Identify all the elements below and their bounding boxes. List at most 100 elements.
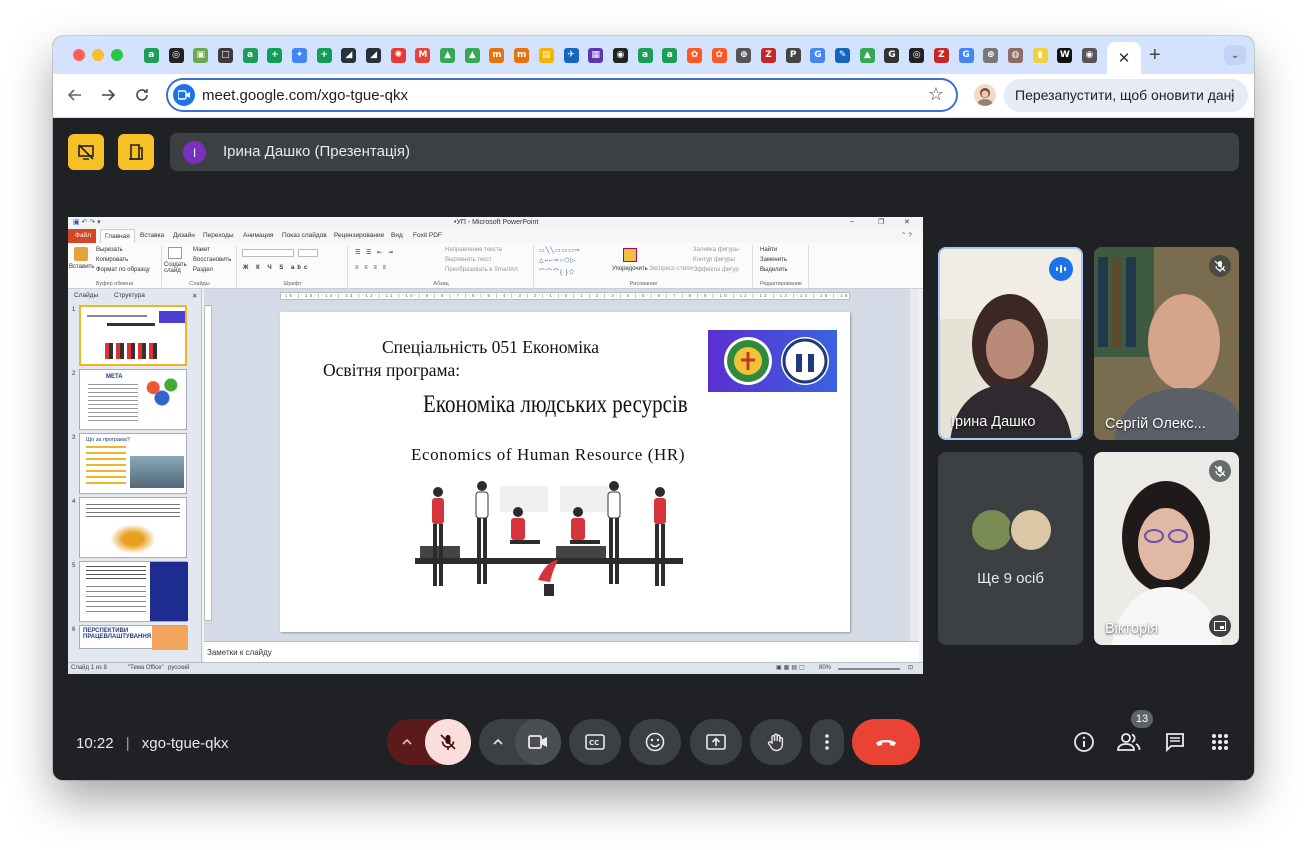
address-bar[interactable]: meet.google.com/xgo-tgue-qkx ☆	[166, 78, 958, 112]
tab-icon-39[interactable]: ◉	[1077, 44, 1102, 66]
forward-button[interactable]	[96, 83, 120, 107]
tab-icon-28[interactable]: G	[806, 44, 831, 66]
tab-icon-14[interactable]: ▲	[460, 44, 485, 66]
pin-presentation-button[interactable]	[118, 134, 154, 170]
ppt-tab-home[interactable]: Главная	[100, 229, 135, 243]
tab-close-icon[interactable]: ✕	[1118, 49, 1131, 67]
shapes-gallery-icons-2[interactable]: △⌐⌐⇨○⬡▷	[539, 257, 576, 264]
tab-icon-37[interactable]: ▮	[1028, 44, 1053, 66]
list-icons[interactable]: ☰ ☰ ⇤ ⇥	[355, 249, 395, 256]
ppt-layout-button[interactable]: Макет	[193, 247, 210, 253]
shared-screen-powerpoint[interactable]: ▣ ↶ ↷ ▾ •УП - Microsoft PowerPoint – ❐ ✕…	[68, 217, 923, 674]
ppt-tab-transitions[interactable]: Переходы	[203, 232, 234, 239]
tab-icon-32[interactable]: ◎	[904, 44, 929, 66]
tab-icon-9[interactable]: ◢	[337, 44, 362, 66]
people-button[interactable]	[1114, 727, 1144, 757]
tab-icon-8[interactable]: +	[312, 44, 337, 66]
activities-button[interactable]	[1205, 727, 1235, 757]
tab-icon-25[interactable]: ⊕	[732, 44, 757, 66]
slide-thumb-5[interactable]	[79, 561, 188, 622]
ppt-text-direction-button[interactable]: Направление текста	[445, 247, 502, 253]
slide-thumb-4[interactable]	[79, 497, 187, 558]
tab-icon-15[interactable]: m	[485, 44, 510, 66]
tab-icon-1[interactable]: a	[139, 44, 164, 66]
ppt-select-button[interactable]: Выделить	[760, 267, 788, 273]
slide-thumb-6[interactable]: ПЕРСПЕКТИВИ ПРАЦЕВЛАШТУВАННЯ	[79, 625, 188, 650]
more-vert-icon[interactable]: ⋮	[1225, 86, 1240, 104]
tab-icon-3[interactable]: ▣	[188, 44, 213, 66]
ppt-shape-effects-button[interactable]: Эффекты фигур	[693, 267, 739, 273]
shapes-gallery-icons-3[interactable]: ⌒⌒⌒{ }☆	[539, 267, 576, 276]
tab-icon-10[interactable]: ◢	[361, 44, 386, 66]
tab-icon-2[interactable]: ◎	[164, 44, 189, 66]
minimize-window-button[interactable]	[92, 49, 104, 61]
tab-icon-17[interactable]: ▤	[534, 44, 559, 66]
tab-icon-7[interactable]: ✦	[287, 44, 312, 66]
camera-options-button[interactable]	[479, 719, 517, 765]
ppt-find-button[interactable]: Найти	[760, 247, 777, 253]
ppt-tab-view[interactable]: Вид	[391, 232, 403, 239]
ppt-copy-button[interactable]: Копировать	[96, 257, 128, 263]
ppt-restore-button[interactable]: ❐	[878, 218, 884, 226]
captions-button[interactable]: CC	[569, 719, 621, 765]
bookmark-star-icon[interactable]: ☆	[928, 84, 944, 105]
tab-icon-11[interactable]: ✺	[386, 44, 411, 66]
ppt-shape-fill-button[interactable]: Заливка фигуры	[693, 247, 739, 253]
ppt-tab-review[interactable]: Рецензирование	[334, 232, 384, 239]
participant-tile-4[interactable]: Вікторія	[1094, 452, 1239, 645]
font-size-select[interactable]	[298, 249, 318, 257]
tab-icon-16[interactable]: m	[509, 44, 534, 66]
tab-icon-19[interactable]: ▦	[583, 44, 608, 66]
tab-icon-4[interactable]: □	[213, 44, 238, 66]
tab-icon-5[interactable]: a	[238, 44, 263, 66]
ppt-quick-styles-button[interactable]: Экспресс-стили	[649, 266, 693, 272]
stop-presenting-button[interactable]	[68, 134, 104, 170]
ppt-view-icons[interactable]: ▣▦▤▢	[776, 664, 807, 671]
tab-icon-36[interactable]: ◍	[1003, 44, 1028, 66]
mic-options-button[interactable]	[387, 719, 427, 765]
font-style-icons[interactable]: Ж К Ч S abc	[243, 265, 310, 271]
ppt-fit-icon[interactable]: ⊡	[908, 664, 913, 671]
tab-search-button[interactable]: ⌄	[1224, 45, 1246, 65]
present-screen-button[interactable]	[690, 719, 742, 765]
participant-tile-more[interactable]: Ще 9 осіб	[938, 452, 1083, 645]
tab-icon-38[interactable]: W	[1052, 44, 1077, 66]
profile-avatar[interactable]	[974, 84, 996, 106]
ppt-side-tab-outline[interactable]: Структура	[114, 292, 145, 299]
ppt-reset-button[interactable]: Восстановить	[193, 257, 231, 263]
ppt-ribbon-collapse-icon[interactable]: ⌃ ?	[901, 231, 912, 239]
tab-icon-24[interactable]: ✿	[707, 44, 732, 66]
ppt-tab-foxit[interactable]: Foxit PDF	[413, 232, 442, 239]
align-icons[interactable]: ≡ ≡ ≡ ≡	[355, 265, 388, 271]
tab-icon-26[interactable]: Z	[756, 44, 781, 66]
tab-icon-31[interactable]: G	[880, 44, 905, 66]
ppt-tab-animation[interactable]: Анимация	[243, 232, 274, 239]
picture-in-picture-icon[interactable]	[1209, 615, 1231, 637]
reload-button[interactable]	[130, 83, 154, 107]
url-text[interactable]: meet.google.com/xgo-tgue-qkx	[202, 87, 408, 104]
tab-icon-34[interactable]: G	[954, 44, 979, 66]
toggle-camera-button[interactable]	[515, 719, 561, 765]
close-window-button[interactable]	[73, 49, 85, 61]
leave-call-button[interactable]	[852, 719, 920, 765]
tab-icon-21[interactable]: a	[633, 44, 658, 66]
chat-button[interactable]	[1160, 727, 1190, 757]
tab-icon-13[interactable]: ▲	[435, 44, 460, 66]
slide-thumb-3[interactable]: Що за програма?	[79, 433, 187, 494]
tab-icon-20[interactable]: ◉	[608, 44, 633, 66]
slide-thumb-2[interactable]: МЕТА	[79, 369, 187, 430]
participant-tile-1[interactable]: Ірина Дашко	[938, 247, 1083, 440]
ppt-side-close-icon[interactable]: ✕	[192, 292, 197, 300]
ppt-align-text-button[interactable]: Выровнять текст	[445, 257, 492, 263]
ppt-new-slide-button[interactable]: Создать слайд	[164, 262, 188, 274]
active-tab[interactable]: ✕	[1107, 42, 1141, 74]
more-options-button[interactable]	[810, 719, 844, 765]
ppt-minimize-button[interactable]: –	[850, 218, 854, 225]
tab-icon-35[interactable]: ⊕	[978, 44, 1003, 66]
tab-icon-22[interactable]: a	[657, 44, 682, 66]
maximize-window-button[interactable]	[111, 49, 123, 61]
ppt-tab-slideshow[interactable]: Показ слайдов	[282, 232, 327, 239]
ppt-smartart-button[interactable]: Преобразовать в SmartArt	[445, 267, 518, 273]
ppt-side-tab-slides[interactable]: Слайды	[74, 292, 98, 299]
meeting-details-button[interactable]	[1069, 727, 1099, 757]
